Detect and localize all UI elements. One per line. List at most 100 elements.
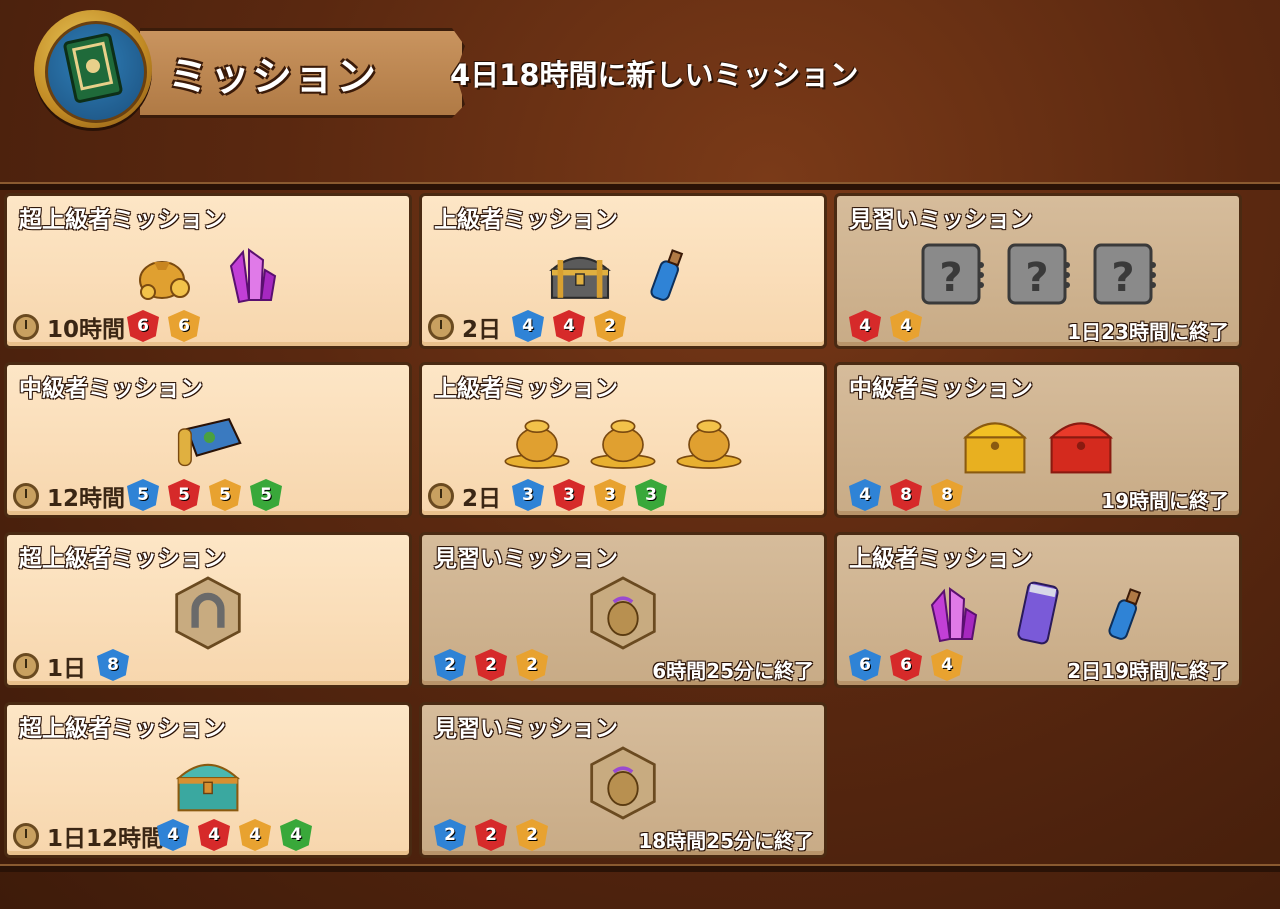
red-shield-badge: 5	[168, 479, 200, 511]
blue-shield-badge: 8	[97, 649, 129, 681]
gold-pile-icon	[502, 408, 572, 478]
mission-card[interactable]: 中級者ミッション 12時間 5 5 5 5	[4, 362, 412, 518]
reward-list	[7, 743, 409, 823]
blue-shield-badge: 3	[512, 479, 544, 511]
hero-requirements: 8	[97, 649, 129, 681]
green-shield-badge: 4	[280, 819, 312, 851]
mission-card[interactable]: 上級者ミッション 6 6 4 2日19時間に終了	[834, 532, 1242, 688]
hero-requirements: 488	[849, 479, 963, 511]
ruby-chest-icon	[1046, 408, 1116, 478]
mission-end-timer: 19時間に終了	[1101, 489, 1229, 513]
mission-title: 超上級者ミッション	[19, 207, 226, 233]
stopwatch-icon	[13, 483, 39, 509]
energy-can-icon	[1003, 578, 1073, 648]
reward-list	[7, 234, 409, 314]
orange-shield-badge: 6	[168, 310, 200, 342]
mission-header: ミッション 4日18時間に新しいミッション	[0, 0, 1280, 182]
orange-shield-badge: 8	[931, 479, 963, 511]
green-shield-badge: 5	[250, 479, 282, 511]
mission-card[interactable]: 超上級者ミッション 1日 8	[4, 532, 412, 688]
red-shield-badge: 6	[890, 649, 922, 681]
mission-end-timer: 18時間25分に終了	[638, 829, 814, 853]
item-bag-icon	[588, 576, 658, 650]
mission-duration: 12時間	[47, 486, 126, 512]
stopwatch-icon	[13, 823, 39, 849]
orange-shield-badge: 4	[890, 310, 922, 342]
mission-card[interactable]: 超上級者ミッション 1日12時間 4 4 4 4	[4, 702, 412, 858]
horseshoe-icon	[173, 576, 243, 650]
top-divider	[0, 182, 1280, 190]
red-shield-badge: 2	[475, 649, 507, 681]
stopwatch-icon	[13, 314, 39, 340]
orange-shield-badge: 4	[239, 819, 271, 851]
svg-text:?: ?	[1111, 255, 1134, 301]
reward-list	[422, 234, 824, 314]
blue-shield-badge: 2	[434, 819, 466, 851]
reward-list	[422, 403, 824, 483]
hero-requirements: 3333	[512, 479, 667, 511]
gold-pile-icon	[588, 408, 658, 478]
orange-shield-badge: 3	[594, 479, 626, 511]
reward-list	[837, 403, 1239, 483]
hero-requirements: 4444	[157, 819, 312, 851]
reward-list	[422, 573, 824, 653]
reward-list: ???	[837, 234, 1239, 314]
gold-chest-icon	[960, 408, 1030, 478]
mission-card[interactable]: 上級者ミッション 2日 3 3 3 3	[419, 362, 827, 518]
orange-shield-badge: 4	[931, 649, 963, 681]
red-shield-badge: 3	[553, 479, 585, 511]
blue-shield-badge: 2	[434, 649, 466, 681]
mission-card[interactable]: 見習いミッション??? 4 4 1日23時間に終了	[834, 193, 1242, 349]
mission-end-timer: 6時間25分に終了	[652, 659, 814, 683]
mission-card[interactable]: 見習いミッション 2 2 2 18時間25分に終了	[419, 702, 827, 858]
hero-requirements: 5555	[127, 479, 282, 511]
mission-duration: 1日12時間	[47, 826, 165, 852]
mission-title: 上級者ミッション	[434, 207, 618, 233]
mission-title: 超上級者ミッション	[19, 546, 226, 572]
mission-title: 見習いミッション	[434, 546, 618, 572]
mission-card[interactable]: 中級者ミッション 4 8 8 19時間に終了	[834, 362, 1242, 518]
stopwatch-icon	[428, 483, 454, 509]
mission-title: 上級者ミッション	[849, 546, 1033, 572]
red-shield-badge: 4	[198, 819, 230, 851]
mission-title: 見習いミッション	[434, 716, 618, 742]
mystery-box-icon: ?	[1003, 239, 1073, 309]
green-shield-badge: 3	[635, 479, 667, 511]
blue-shield-badge: 4	[849, 479, 881, 511]
mission-duration: 10時間	[47, 317, 126, 343]
teal-chest-icon	[173, 748, 243, 818]
gold-pile-icon	[674, 408, 744, 478]
blue-shield-badge: 4	[157, 819, 189, 851]
stopwatch-icon	[13, 653, 39, 679]
orange-shield-badge: 2	[594, 310, 626, 342]
hero-requirements: 664	[849, 649, 963, 681]
hero-requirements: 66	[127, 310, 200, 342]
purple-crystal-icon	[917, 578, 987, 648]
blue-shield-badge: 6	[849, 649, 881, 681]
mission-duration: 2日	[462, 486, 502, 512]
mission-title: 上級者ミッション	[434, 376, 618, 402]
hero-requirements: 222	[434, 819, 548, 851]
blue-shield-badge: 4	[512, 310, 544, 342]
mission-card[interactable]: 上級者ミッション 2日 4 4 2	[419, 193, 827, 349]
mission-duration: 1日	[47, 656, 87, 682]
blue-potion-icon	[631, 239, 701, 309]
gold-bag-icon	[130, 239, 200, 309]
hero-requirements: 222	[434, 649, 548, 681]
hero-requirements: 44	[849, 310, 922, 342]
blue-shield-badge: 5	[127, 479, 159, 511]
refresh-timer: 4日18時間に新しいミッション	[450, 58, 859, 92]
red-shield-badge: 8	[890, 479, 922, 511]
svg-text:?: ?	[939, 255, 962, 301]
mission-card[interactable]: 見習いミッション 2 2 2 6時間25分に終了	[419, 532, 827, 688]
bottom-divider	[0, 864, 1280, 872]
mission-title: 見習いミッション	[849, 207, 1033, 233]
page-title: ミッション	[168, 54, 378, 100]
red-shield-badge: 4	[553, 310, 585, 342]
reward-list	[7, 573, 409, 653]
red-shield-badge: 4	[849, 310, 881, 342]
treasure-chest-icon	[545, 239, 615, 309]
mission-card[interactable]: 超上級者ミッション 10時間 6 6	[4, 193, 412, 349]
mission-title: 中級者ミッション	[19, 376, 203, 402]
orange-shield-badge: 5	[209, 479, 241, 511]
